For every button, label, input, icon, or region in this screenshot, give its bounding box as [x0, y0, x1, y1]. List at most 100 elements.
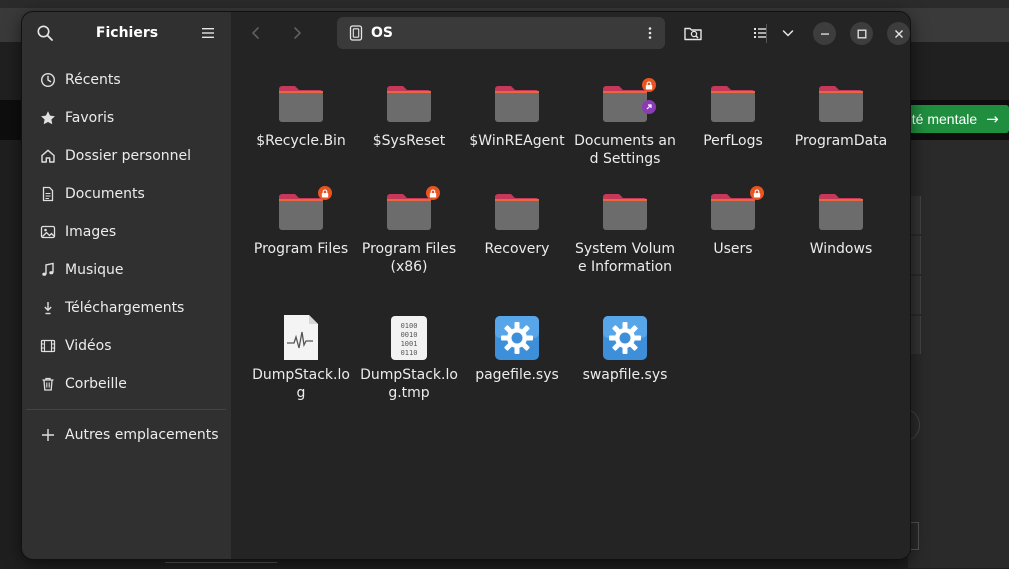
svg-text:1001: 1001	[401, 340, 418, 348]
sidebar-header: Fichiers	[22, 12, 231, 54]
background-panel	[908, 140, 1009, 568]
file-item[interactable]: 0100 0010 1001 0110 DumpStack.log.tmp	[355, 314, 463, 402]
folder-icon	[385, 186, 440, 236]
file-name: pagefile.sys	[475, 367, 559, 383]
close-icon	[894, 29, 903, 38]
file-item[interactable]: pagefile.sys	[463, 314, 571, 384]
symlink-icon	[642, 100, 656, 114]
folder-icon	[601, 78, 656, 128]
star-icon	[39, 109, 57, 127]
file-name: ProgramData	[794, 133, 888, 149]
folder-icon	[601, 188, 649, 236]
file-name: Documents and Settings	[574, 133, 676, 167]
sidebar-item-label: Images	[65, 224, 117, 240]
file-item[interactable]: swapfile.sys	[571, 314, 679, 384]
path-bar[interactable]: OS	[337, 17, 665, 49]
sidebar-item-favoris[interactable]: Favoris	[26, 101, 226, 135]
minimize-button[interactable]	[813, 22, 836, 45]
sidebar-item-other-locations[interactable]: Autres emplacements	[26, 418, 226, 452]
arrow-right-icon: →	[986, 110, 999, 128]
document-icon	[39, 185, 57, 203]
file-name: Recovery	[484, 241, 550, 257]
folder-item[interactable]: Program Files (x86)	[355, 186, 463, 276]
folder-icon	[493, 80, 541, 128]
image-icon	[39, 223, 57, 241]
system-file-icon	[601, 314, 649, 362]
sidebar-item-label: Dossier personnel	[65, 148, 192, 164]
folder-icon	[817, 188, 865, 236]
lock-icon	[426, 186, 440, 200]
folder-item[interactable]: System Volume Information	[571, 188, 679, 276]
file-name: Program Files	[253, 241, 349, 257]
sidebar-separator	[26, 409, 226, 410]
search-files-button[interactable]	[681, 21, 705, 45]
home-icon	[39, 147, 57, 165]
sidebar: Fichiers Récents Favoris Dossier personn…	[22, 12, 231, 559]
sidebar-item-telechargements[interactable]: Téléchargements	[26, 291, 226, 325]
folder-item[interactable]: $WinREAgent	[463, 80, 571, 150]
back-arrow-icon[interactable]	[247, 24, 265, 42]
file-name: $WinREAgent	[469, 133, 565, 149]
music-icon	[39, 261, 57, 279]
folder-item[interactable]: Windows	[787, 188, 895, 258]
folder-icon	[709, 186, 764, 236]
folder-icon	[493, 188, 541, 236]
folder-item[interactable]: $SysReset	[355, 80, 463, 150]
folder-icon	[817, 80, 865, 128]
file-name: PerfLogs	[703, 133, 763, 149]
background-action-label: nté mentale	[904, 111, 978, 127]
folder-item[interactable]: Program Files	[247, 186, 355, 258]
sidebar-item-label: Corbeille	[65, 376, 127, 392]
sidebar-item-home[interactable]: Dossier personnel	[26, 139, 226, 173]
plus-icon	[39, 426, 57, 444]
folder-icon	[709, 80, 757, 128]
folder-item[interactable]: $Recycle.Bin	[247, 80, 355, 150]
sidebar-item-images[interactable]: Images	[26, 215, 226, 249]
file-name: System Volume Information	[574, 241, 676, 275]
file-name: $Recycle.Bin	[256, 133, 346, 149]
view-separator	[766, 24, 767, 43]
sidebar-item-corbeille[interactable]: Corbeille	[26, 367, 226, 401]
clock-icon	[39, 71, 57, 89]
video-icon	[39, 337, 57, 355]
file-name: Program Files (x86)	[361, 241, 457, 275]
file-name: DumpStack.log	[252, 367, 350, 401]
folder-item[interactable]: ProgramData	[787, 80, 895, 150]
search-icon[interactable]	[36, 24, 54, 42]
drive-icon	[349, 25, 363, 41]
hamburger-menu-icon[interactable]	[200, 25, 216, 41]
sidebar-item-videos[interactable]: Vidéos	[26, 329, 226, 363]
binary-file-icon: 0100 0010 1001 0110	[385, 314, 433, 362]
file-name: $SysReset	[372, 133, 446, 149]
file-name: Windows	[809, 241, 873, 257]
file-item[interactable]: DumpStack.log	[247, 314, 355, 402]
sidebar-item-label: Documents	[65, 186, 145, 202]
background-action-button[interactable]: nté mentale →	[904, 105, 1009, 133]
file-name: swapfile.sys	[582, 367, 668, 383]
folder-item[interactable]: Documents and Settings	[571, 78, 679, 168]
folder-item[interactable]: PerfLogs	[679, 80, 787, 150]
sidebar-item-label: Favoris	[65, 110, 115, 126]
sidebar-item-recents[interactable]: Récents	[26, 63, 226, 97]
app-title: Fichiers	[95, 25, 159, 41]
lock-icon	[318, 186, 332, 200]
folder-icon	[385, 80, 433, 128]
sidebar-item-label: Téléchargements	[65, 300, 185, 316]
folder-icon	[277, 80, 325, 128]
maximize-button[interactable]	[850, 22, 873, 45]
download-icon	[39, 299, 57, 317]
file-name: DumpStack.log.tmp	[360, 367, 458, 401]
kebab-menu-icon[interactable]	[643, 26, 657, 40]
folder-item[interactable]: Recovery	[463, 188, 571, 258]
sidebar-item-musique[interactable]: Musique	[26, 253, 226, 287]
sidebar-item-documents[interactable]: Documents	[26, 177, 226, 211]
folder-item[interactable]: Users	[679, 186, 787, 258]
forward-arrow-icon[interactable]	[288, 24, 306, 42]
system-file-icon	[493, 314, 541, 362]
close-button[interactable]	[887, 22, 910, 45]
view-options-button[interactable]	[776, 21, 800, 45]
files-window: Fichiers Récents Favoris Dossier personn…	[22, 12, 910, 559]
list-view-button[interactable]	[748, 21, 772, 45]
sidebar-item-label: Autres emplacements	[65, 427, 219, 443]
file-name: Users	[713, 241, 753, 257]
